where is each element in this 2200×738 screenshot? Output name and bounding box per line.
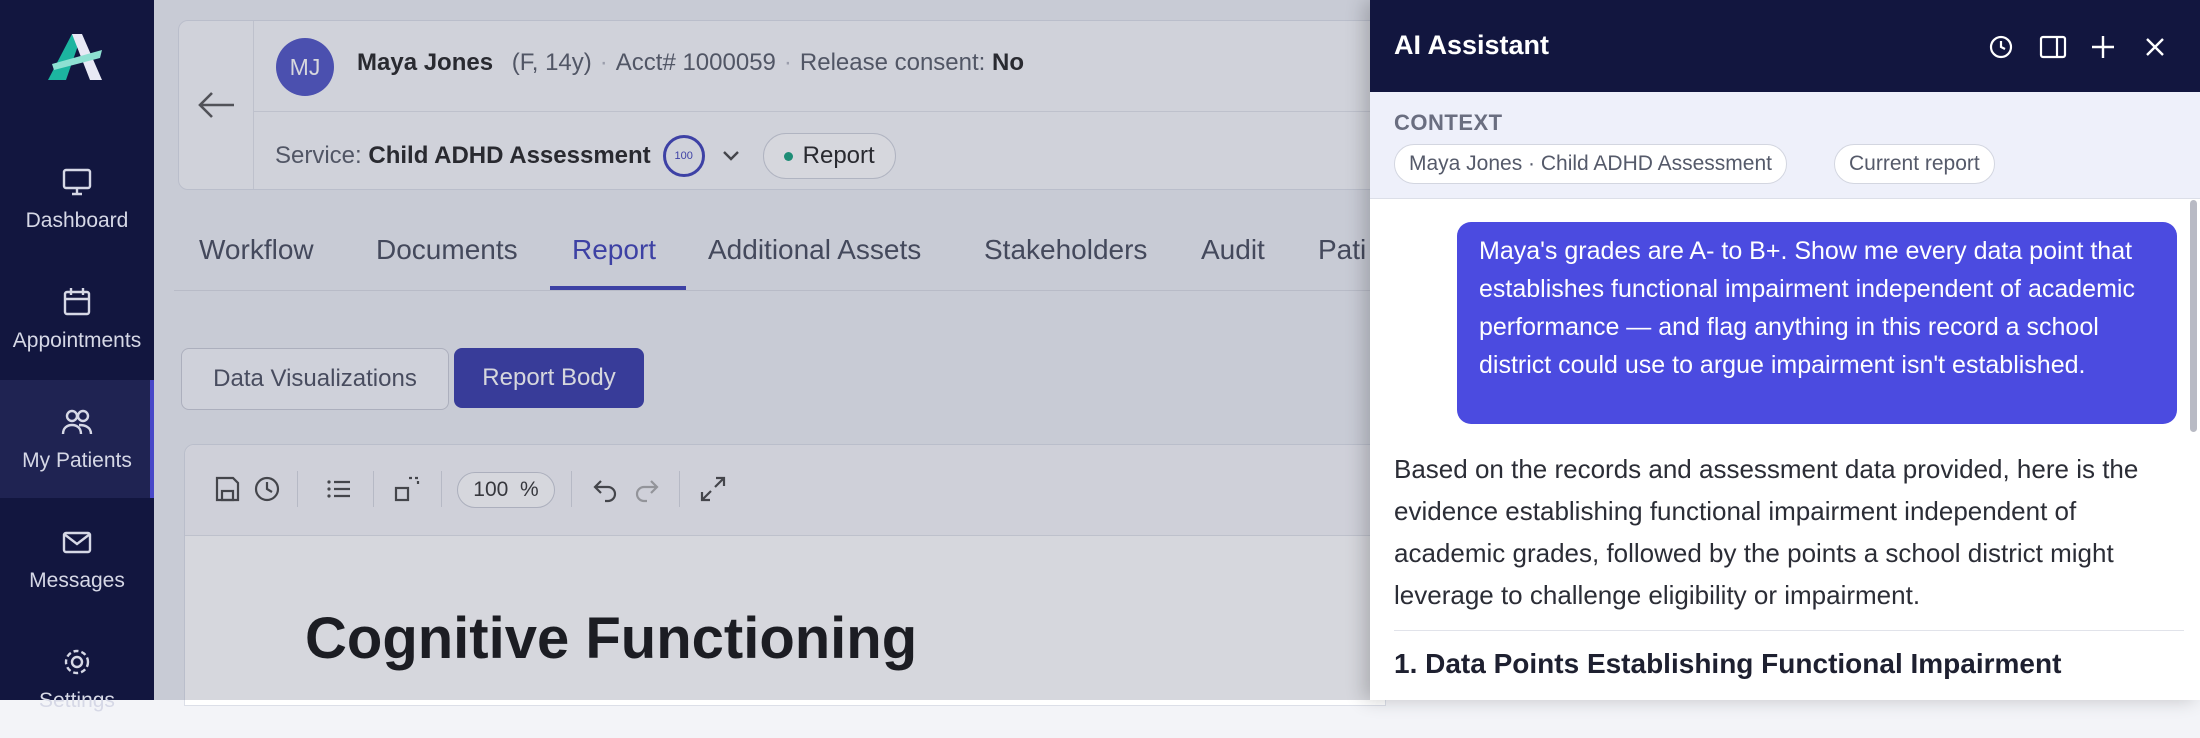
- mail-icon: [62, 531, 92, 554]
- sidebar-toggle-icon[interactable]: [2038, 32, 2068, 62]
- app-logo[interactable]: [42, 28, 108, 84]
- left-nav: Dashboard Appointments My Patients Messa…: [0, 0, 154, 712]
- calendar-icon: [63, 288, 91, 316]
- nav-label: Settings: [39, 689, 115, 712]
- context-label: CONTEXT: [1394, 110, 1503, 135]
- nav-label: Messages: [29, 569, 125, 592]
- history-icon[interactable]: [1986, 32, 2016, 62]
- nav-label: Appointments: [12, 329, 142, 352]
- new-chat-icon[interactable]: [2088, 32, 2118, 62]
- context-bar: CONTEXT Maya Jones · Child ADHD Assessme…: [1370, 92, 2200, 199]
- assistant-answer: Based on the records and assessment data…: [1394, 454, 2139, 610]
- assistant-title: AI Assistant: [1394, 30, 1550, 60]
- user-message: Maya's grades are A- to B+. Show me ever…: [1457, 222, 2177, 424]
- close-icon[interactable]: [2140, 32, 2170, 62]
- main-content: MJ Maya Jones (F, 14y) · Acct# 1000059 · Rel…: [154, 0, 1524, 706]
- answer-section-heading: 1. Data Points Establishing Functional I…: [1394, 648, 2062, 679]
- patients-icon: [61, 409, 93, 435]
- scrollbar[interactable]: [2190, 200, 2197, 432]
- monitor-icon: [62, 168, 92, 196]
- context-chip-patient[interactable]: Maya Jones · Child ADHD Assessment: [1394, 144, 1787, 184]
- nav-settings[interactable]: Settings: [0, 620, 154, 738]
- assistant-titlebar: AI Assistant: [1370, 0, 2200, 92]
- nav-messages[interactable]: Messages: [0, 500, 154, 618]
- nav-appointments[interactable]: Appointments: [0, 260, 154, 378]
- gear-icon: [64, 649, 90, 675]
- nav-label: My Patients: [22, 449, 132, 472]
- nav-dashboard[interactable]: Dashboard: [0, 140, 154, 258]
- nav-label: Dashboard: [25, 209, 129, 232]
- context-chip-report[interactable]: Current report: [1834, 144, 1995, 184]
- modal-dim-overlay: [154, 0, 1524, 700]
- nav-my-patients[interactable]: My Patients: [0, 380, 154, 498]
- ai-assistant-panel: AI Assistant CONTEXT Maya Jones · Child …: [1370, 0, 2200, 700]
